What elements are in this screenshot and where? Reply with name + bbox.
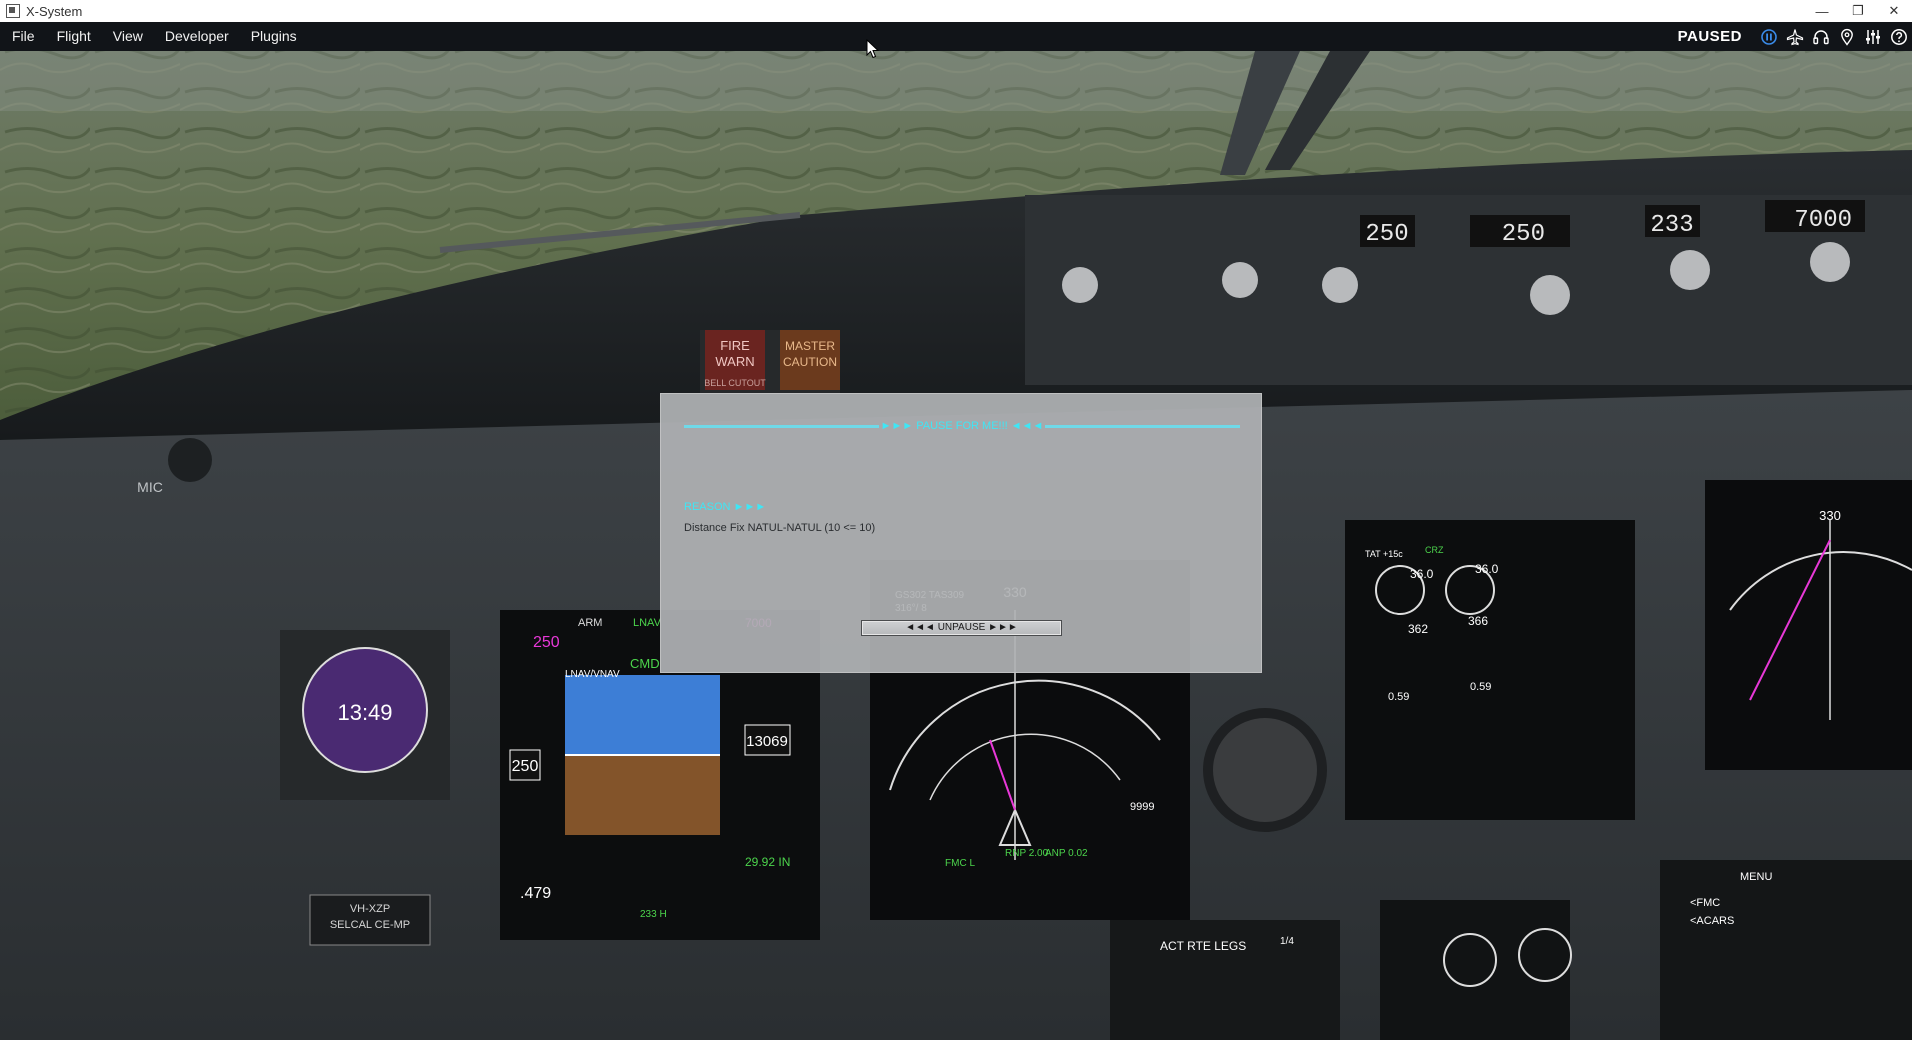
maximize-button[interactable]: ❐ [1840,0,1876,22]
svg-text:MIC: MIC [137,479,163,495]
pause-indicator-icon[interactable] [1760,28,1778,46]
svg-text:7000: 7000 [1794,207,1852,234]
svg-text:1/4: 1/4 [1280,936,1294,947]
mouse-cursor-icon [866,39,880,59]
svg-text:13069: 13069 [746,733,788,750]
headset-icon[interactable] [1812,28,1830,46]
svg-text:366: 366 [1468,614,1488,628]
svg-text:ACT RTE LEGS: ACT RTE LEGS [1160,939,1246,953]
unpause-button[interactable]: ◄◄◄ UNPAUSE ►►► [861,620,1062,636]
svg-text:330: 330 [1819,508,1841,523]
svg-text:9999: 9999 [1130,801,1154,813]
app-icon [6,4,20,18]
svg-text:36.0: 36.0 [1410,567,1434,581]
menu-plugins[interactable]: Plugins [240,22,308,51]
menu-file[interactable]: File [0,22,46,51]
help-icon[interactable] [1890,28,1908,46]
svg-text:ANP 0.02: ANP 0.02 [1045,848,1088,859]
svg-text:SELCAL CE-MP: SELCAL CE-MP [330,919,410,931]
svg-text:RNP 2.00: RNP 2.00 [1005,848,1049,859]
menu-view[interactable]: View [102,22,154,51]
pause-dialog: ►►► PAUSE FOR ME!!! ◄◄◄ REASON ►►► Dista… [660,393,1262,673]
toolbar-status: PAUSED [1678,22,1912,51]
svg-text:250: 250 [1365,221,1408,248]
svg-text:VH-XZP: VH-XZP [350,903,390,915]
reason-text: Distance Fix NATUL-NATUL (10 <= 10) [684,522,876,534]
dialog-header: ►►► PAUSE FOR ME!!! ◄◄◄ [684,419,1240,433]
sliders-icon[interactable] [1864,28,1882,46]
svg-text:362: 362 [1408,622,1428,636]
reason-label: REASON ►►► [684,501,767,513]
svg-text:29.92 IN: 29.92 IN [745,855,790,869]
window-title: X-System [26,3,83,19]
svg-text:TAT +15c: TAT +15c [1365,549,1403,559]
svg-text:36.0: 36.0 [1475,562,1499,576]
svg-text:ARM: ARM [578,617,602,629]
svg-text:FMC L: FMC L [945,858,975,869]
menu-flight[interactable]: Flight [46,22,102,51]
window-titlebar: X-System — ❐ ✕ [0,0,1912,23]
minimize-button[interactable]: — [1804,0,1840,22]
dialog-title: ►►► PAUSE FOR ME!!! ◄◄◄ [880,420,1044,432]
airplane-icon[interactable] [1786,28,1804,46]
svg-text:13:49: 13:49 [337,700,392,725]
svg-text:CAUTION: CAUTION [783,355,837,369]
menu-developer[interactable]: Developer [154,22,240,51]
svg-text:MENU: MENU [1740,871,1772,883]
svg-text:0.59: 0.59 [1388,691,1409,703]
svg-text:250: 250 [533,634,560,651]
svg-text:LNAV: LNAV [633,617,662,629]
svg-text:233 H: 233 H [640,909,667,920]
svg-text:.479: .479 [520,885,551,902]
svg-text:233: 233 [1650,212,1693,239]
paused-status: PAUSED [1677,28,1742,45]
svg-text:<ACARS: <ACARS [1690,915,1734,927]
svg-text:LNAV/VNAV: LNAV/VNAV [565,669,620,680]
svg-text:0.59: 0.59 [1470,681,1491,693]
svg-text:250: 250 [512,758,539,775]
svg-text:<FMC: <FMC [1690,897,1720,909]
menu-bar: File Flight View Developer Plugins PAUSE… [0,22,1912,51]
svg-text:BELL CUTOUT: BELL CUTOUT [704,378,766,388]
close-button[interactable]: ✕ [1876,0,1912,22]
svg-text:CRZ: CRZ [1425,545,1444,555]
svg-text:CMD: CMD [630,656,660,671]
svg-text:WARN: WARN [715,354,754,369]
svg-text:MASTER: MASTER [785,339,835,353]
svg-text:250: 250 [1502,221,1545,248]
map-pin-icon[interactable] [1838,28,1856,46]
svg-text:FIRE: FIRE [720,338,750,353]
